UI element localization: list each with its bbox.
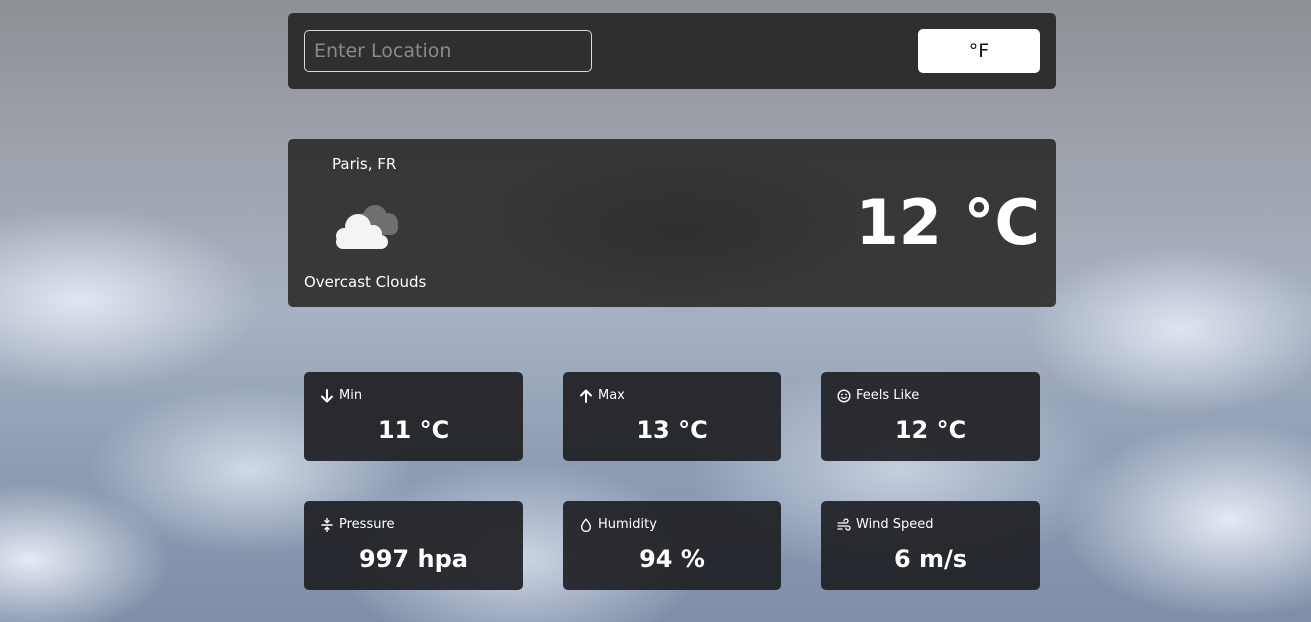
stat-value-humidity: 94 % bbox=[639, 545, 705, 573]
droplet-icon bbox=[580, 518, 592, 532]
stat-label-wind-speed: Wind Speed bbox=[856, 517, 934, 532]
stat-label-pressure: Pressure bbox=[339, 517, 395, 532]
stat-card-feels-like: Feels Like 12 °C bbox=[821, 372, 1040, 461]
stat-label-min: Min bbox=[339, 388, 363, 403]
stat-card-humidity: Humidity 94 % bbox=[563, 501, 781, 590]
stat-label-humidity: Humidity bbox=[598, 517, 657, 532]
stat-label-max: Max bbox=[598, 388, 625, 403]
location-input[interactable] bbox=[304, 30, 592, 72]
stat-value-min: 11 °C bbox=[377, 416, 450, 444]
overcast-clouds-icon bbox=[336, 205, 398, 249]
stat-card-max: Max 13 °C bbox=[563, 372, 781, 461]
current-temperature: 12 °C bbox=[855, 186, 1040, 259]
stat-value-max: 13 °C bbox=[636, 416, 708, 444]
stat-card-min: Min 11 °C bbox=[304, 372, 523, 461]
city-name: Paris, FR bbox=[332, 155, 397, 173]
arrow-up-icon bbox=[580, 389, 592, 403]
unit-toggle-button[interactable]: °F bbox=[918, 29, 1040, 73]
stat-value-pressure: 997 hpa bbox=[359, 545, 468, 573]
stat-card-pressure: Pressure 997 hpa bbox=[304, 501, 523, 590]
stat-value-feels-like: 12 °C bbox=[894, 416, 967, 444]
stat-card-wind-speed: Wind Speed 6 m/s bbox=[821, 501, 1040, 590]
search-bar: °F bbox=[288, 13, 1056, 89]
smile-icon bbox=[837, 388, 851, 403]
compress-icon bbox=[321, 517, 333, 532]
current-weather-card: Paris, FR Overcast Clouds 12 °C bbox=[288, 139, 1056, 307]
stat-value-wind-speed: 6 m/s bbox=[893, 545, 968, 573]
wind-icon bbox=[837, 517, 851, 531]
weather-description: Overcast Clouds bbox=[304, 273, 427, 291]
arrow-down-icon bbox=[321, 388, 333, 402]
stat-label-feels-like: Feels Like bbox=[856, 388, 920, 403]
